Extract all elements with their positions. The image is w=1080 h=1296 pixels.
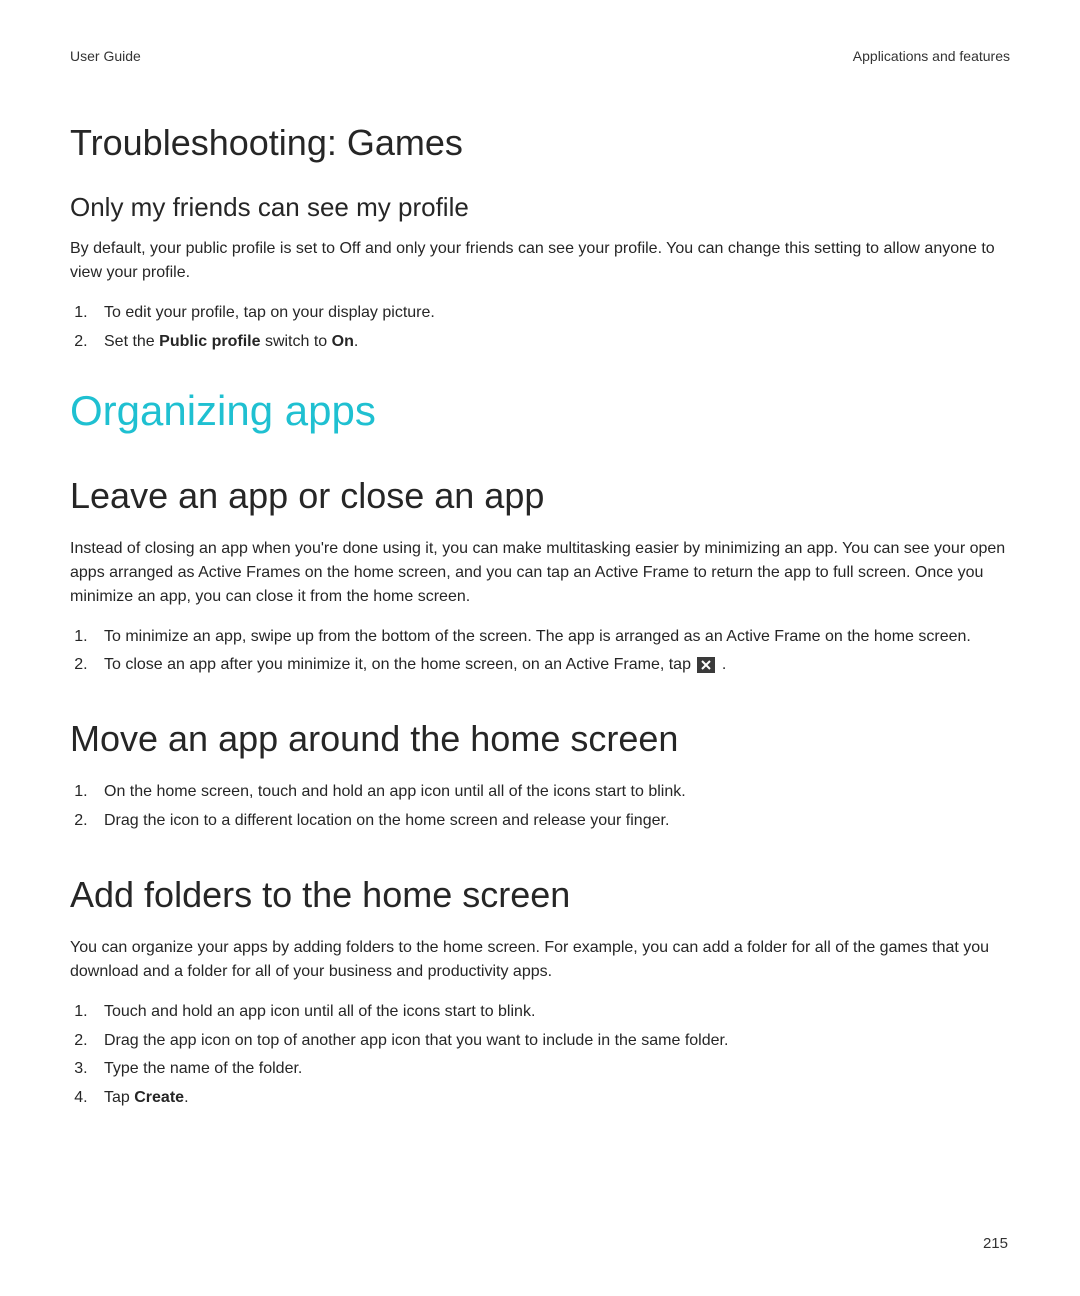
- step-tap-create: Tap Create.: [92, 1086, 1010, 1111]
- step-close-app: To close an app after you minimize it, o…: [92, 653, 1010, 678]
- text: .: [354, 333, 358, 350]
- text: To close an app after you minimize it, o…: [104, 656, 695, 673]
- page-number: 215: [983, 1235, 1008, 1252]
- bold-on: On: [332, 333, 354, 350]
- text: switch to: [261, 333, 332, 350]
- paragraph-leave-close-intro: Instead of closing an app when you're do…: [70, 537, 1010, 609]
- subheading-only-friends: Only my friends can see my profile: [70, 192, 1010, 223]
- step-drag-icon: Drag the icon to a different location on…: [92, 809, 1010, 834]
- steps-add-folders: Touch and hold an app icon until all of …: [70, 1000, 1010, 1111]
- bold-create: Create: [134, 1089, 184, 1106]
- steps-move-app: On the home screen, touch and hold an ap…: [70, 780, 1010, 834]
- text: Set the: [104, 333, 159, 350]
- paragraph-public-profile-intro: By default, your public profile is set t…: [70, 237, 1010, 285]
- heading-troubleshooting-games: Troubleshooting: Games: [70, 122, 1010, 164]
- heading-move-app: Move an app around the home screen: [70, 718, 1010, 760]
- step-touch-hold-icon: On the home screen, touch and hold an ap…: [92, 780, 1010, 805]
- step-type-folder-name: Type the name of the folder.: [92, 1057, 1010, 1082]
- heading-add-folders: Add folders to the home screen: [70, 874, 1010, 916]
- bold-public-profile: Public profile: [159, 333, 260, 350]
- header-left: User Guide: [70, 48, 141, 64]
- steps-leave-close-app: To minimize an app, swipe up from the bo…: [70, 625, 1010, 679]
- step-drag-onto-icon: Drag the app icon on top of another app …: [92, 1029, 1010, 1054]
- step-edit-profile: To edit your profile, tap on your displa…: [92, 301, 1010, 326]
- text: .: [184, 1089, 188, 1106]
- heading-leave-close-app: Leave an app or close an app: [70, 475, 1010, 517]
- text: .: [722, 656, 726, 673]
- text: Tap: [104, 1089, 134, 1106]
- close-icon: [697, 657, 715, 673]
- chapter-organizing-apps: Organizing apps: [70, 387, 1010, 435]
- steps-public-profile: To edit your profile, tap on your displa…: [70, 301, 1010, 355]
- step-minimize-app: To minimize an app, swipe up from the bo…: [92, 625, 1010, 650]
- step-set-public-profile: Set the Public profile switch to On.: [92, 330, 1010, 355]
- page: User Guide Applications and features Tro…: [0, 0, 1080, 1296]
- header-right: Applications and features: [853, 48, 1010, 64]
- step-touch-hold-icon-folders: Touch and hold an app icon until all of …: [92, 1000, 1010, 1025]
- page-header: User Guide Applications and features: [70, 48, 1010, 64]
- paragraph-add-folders-intro: You can organize your apps by adding fol…: [70, 936, 1010, 984]
